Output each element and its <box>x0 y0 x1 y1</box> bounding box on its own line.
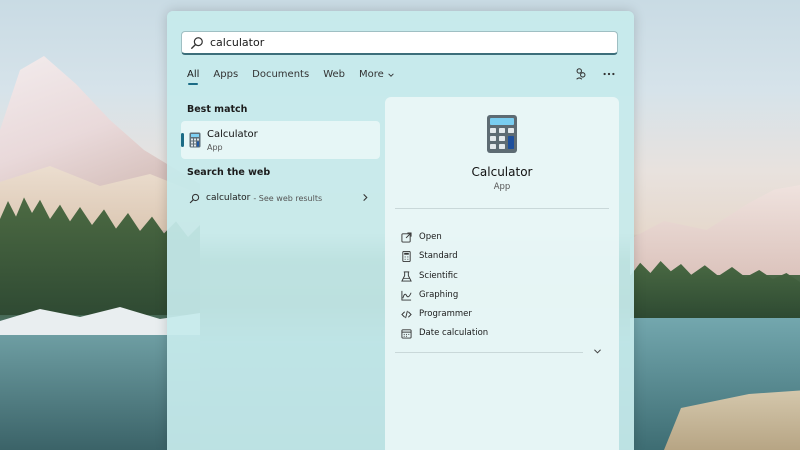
chevron-right-icon <box>363 193 368 202</box>
search-icon <box>189 193 200 203</box>
tab-documents[interactable]: Documents <box>252 69 309 80</box>
result-detail-pane: Calculator App Open Standard Scientific … <box>385 97 619 450</box>
panel-toolbar <box>574 67 616 81</box>
web-search-result[interactable]: calculator - See web results <box>189 191 369 205</box>
action-programmer-label: Programmer <box>419 309 472 319</box>
start-search-panel: All Apps Documents Web More Best match <box>167 11 634 450</box>
tab-apps[interactable]: Apps <box>213 69 238 80</box>
wallpaper-mountain-right <box>630 185 800 275</box>
action-graphing-label: Graphing <box>419 290 459 300</box>
action-date-calculation[interactable]: Date calculation <box>401 326 488 340</box>
detail-app-title: Calculator <box>471 165 533 179</box>
best-match-heading: Best match <box>187 104 248 115</box>
web-results-suffix: - See web results <box>253 193 323 203</box>
calculator-app-icon <box>189 132 201 148</box>
code-icon <box>401 310 412 318</box>
action-graphing[interactable]: Graphing <box>401 288 458 302</box>
chevron-down-icon <box>388 72 394 77</box>
search-input[interactable] <box>210 36 590 49</box>
action-scientific-label: Scientific <box>419 271 458 281</box>
tab-web[interactable]: Web <box>323 69 345 80</box>
action-date-calculation-label: Date calculation <box>419 328 489 338</box>
selection-indicator <box>181 133 184 147</box>
divider <box>395 352 583 353</box>
tab-more-label: More <box>359 69 384 80</box>
calendar-icon <box>401 328 412 339</box>
web-query: calculator <box>206 193 251 203</box>
action-scientific[interactable]: Scientific <box>401 269 458 283</box>
search-box[interactable] <box>181 31 618 55</box>
action-programmer[interactable]: Programmer <box>401 307 472 321</box>
more-options-icon[interactable] <box>602 67 616 81</box>
graph-icon <box>401 290 412 301</box>
action-open[interactable]: Open <box>401 230 442 244</box>
detail-app-type: App <box>493 182 511 192</box>
chevron-down-icon[interactable] <box>593 348 602 355</box>
tab-more[interactable]: More <box>359 69 395 80</box>
action-standard[interactable]: Standard <box>401 249 458 263</box>
search-icon <box>191 36 203 49</box>
account-switch-icon[interactable] <box>574 67 588 81</box>
divider <box>395 208 609 209</box>
best-match-result[interactable]: Calculator App <box>181 121 380 159</box>
open-external-icon <box>401 231 412 243</box>
action-open-label: Open <box>419 232 442 242</box>
filter-tabs: All Apps Documents Web More <box>187 69 395 85</box>
search-web-heading: Search the web <box>187 167 271 178</box>
calculator-app-icon <box>487 115 517 153</box>
best-match-type: App <box>207 143 223 152</box>
flask-icon <box>401 270 412 282</box>
calculator-icon <box>402 250 411 262</box>
best-match-title: Calculator <box>207 129 258 140</box>
tab-all[interactable]: All <box>187 69 199 85</box>
action-standard-label: Standard <box>419 251 458 261</box>
